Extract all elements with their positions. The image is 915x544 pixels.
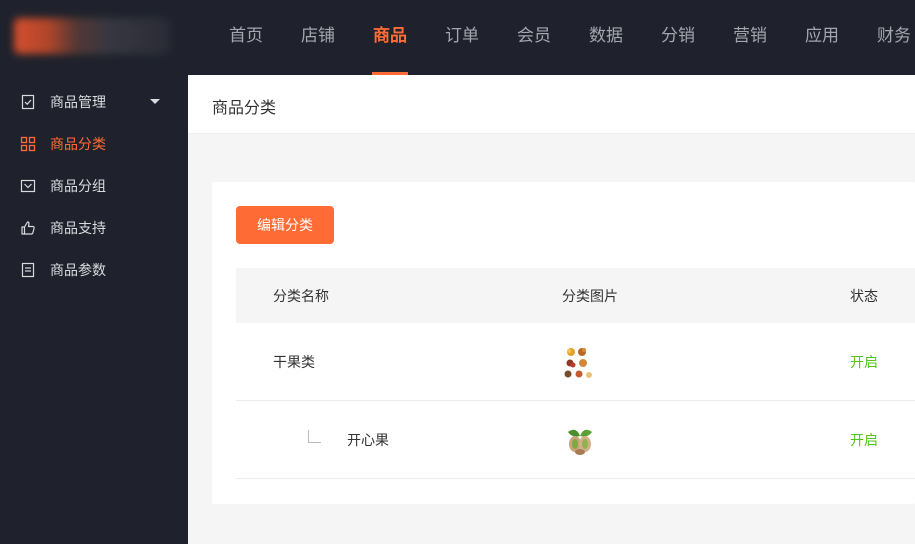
table-row: 干果类 开启	[236, 323, 915, 401]
tree-branch-icon	[308, 430, 321, 443]
nav-item-orders[interactable]: 订单	[426, 0, 498, 75]
chevron-down-icon[interactable]	[150, 99, 160, 104]
dried-fruit-image	[562, 343, 598, 380]
nav-item-home[interactable]: 首页	[210, 0, 282, 75]
nav-item-products[interactable]: 商品	[354, 0, 426, 75]
sidebar-item-label: 商品分类	[50, 137, 106, 153]
category-image	[562, 401, 598, 478]
sidebar-item-label: 商品分组	[50, 179, 106, 195]
status-toggle[interactable]: 开启	[850, 323, 878, 400]
sidebar-item-label: 商品支持	[50, 221, 106, 237]
header-image: 分类图片	[562, 288, 618, 305]
category-image	[562, 323, 598, 400]
nav-item-distribution[interactable]: 分销	[642, 0, 714, 75]
folder-icon	[20, 178, 36, 194]
sidebar-item-product-support[interactable]: 商品支持	[0, 207, 188, 249]
table-header: 分类名称 分类图片 状态	[236, 268, 915, 323]
sidebar-item-product-params[interactable]: 商品参数	[0, 249, 188, 291]
category-table: 分类名称 分类图片 状态 干果类 开启 开心果 开启	[236, 268, 915, 479]
category-card: 编辑分类 分类名称 分类图片 状态 干果类 开启 开心果 开启	[212, 182, 915, 504]
category-name: 干果类	[273, 354, 315, 371]
main-content: 商品分类 编辑分类 分类名称 分类图片 状态 干果类 开启 开心果 开启	[188, 75, 915, 544]
nav-item-marketing[interactable]: 营销	[714, 0, 786, 75]
page-title: 商品分类	[212, 98, 277, 117]
sidebar: 商品管理 商品分类 商品分组 商品支持 商品参数	[0, 75, 188, 544]
nav-item-store[interactable]: 店铺	[282, 0, 354, 75]
header-status: 状态	[850, 288, 878, 305]
top-nav: 首页 店铺 商品 订单 会员 数据 分销 营销 应用 财务	[210, 0, 915, 75]
sidebar-item-product-category[interactable]: 商品分类	[0, 123, 188, 165]
nav-item-apps[interactable]: 应用	[786, 0, 858, 75]
category-name: 开心果	[347, 432, 389, 449]
page-header: 商品分类	[188, 75, 915, 134]
sidebar-item-product-group[interactable]: 商品分组	[0, 165, 188, 207]
table-row: 开心果 开启	[236, 401, 915, 479]
pistachio-image	[562, 421, 598, 458]
sidebar-item-product-management[interactable]: 商品管理	[0, 81, 188, 123]
sidebar-item-label: 商品参数	[50, 263, 106, 279]
header-name: 分类名称	[273, 288, 329, 305]
nav-item-data[interactable]: 数据	[570, 0, 642, 75]
nav-item-members[interactable]: 会员	[498, 0, 570, 75]
clipboard-check-icon	[20, 94, 36, 110]
edit-category-button[interactable]: 编辑分类	[236, 206, 334, 244]
grid-icon	[20, 136, 36, 152]
nav-item-finance[interactable]: 财务	[858, 0, 915, 75]
subcategory-name-cell: 开心果	[273, 401, 389, 478]
thumbs-up-icon	[20, 220, 36, 236]
document-icon	[20, 262, 36, 278]
status-toggle[interactable]: 开启	[850, 401, 878, 478]
sidebar-item-label: 商品管理	[50, 95, 106, 111]
app-logo[interactable]	[14, 18, 170, 54]
top-bar: 首页 店铺 商品 订单 会员 数据 分销 营销 应用 财务	[0, 0, 915, 75]
